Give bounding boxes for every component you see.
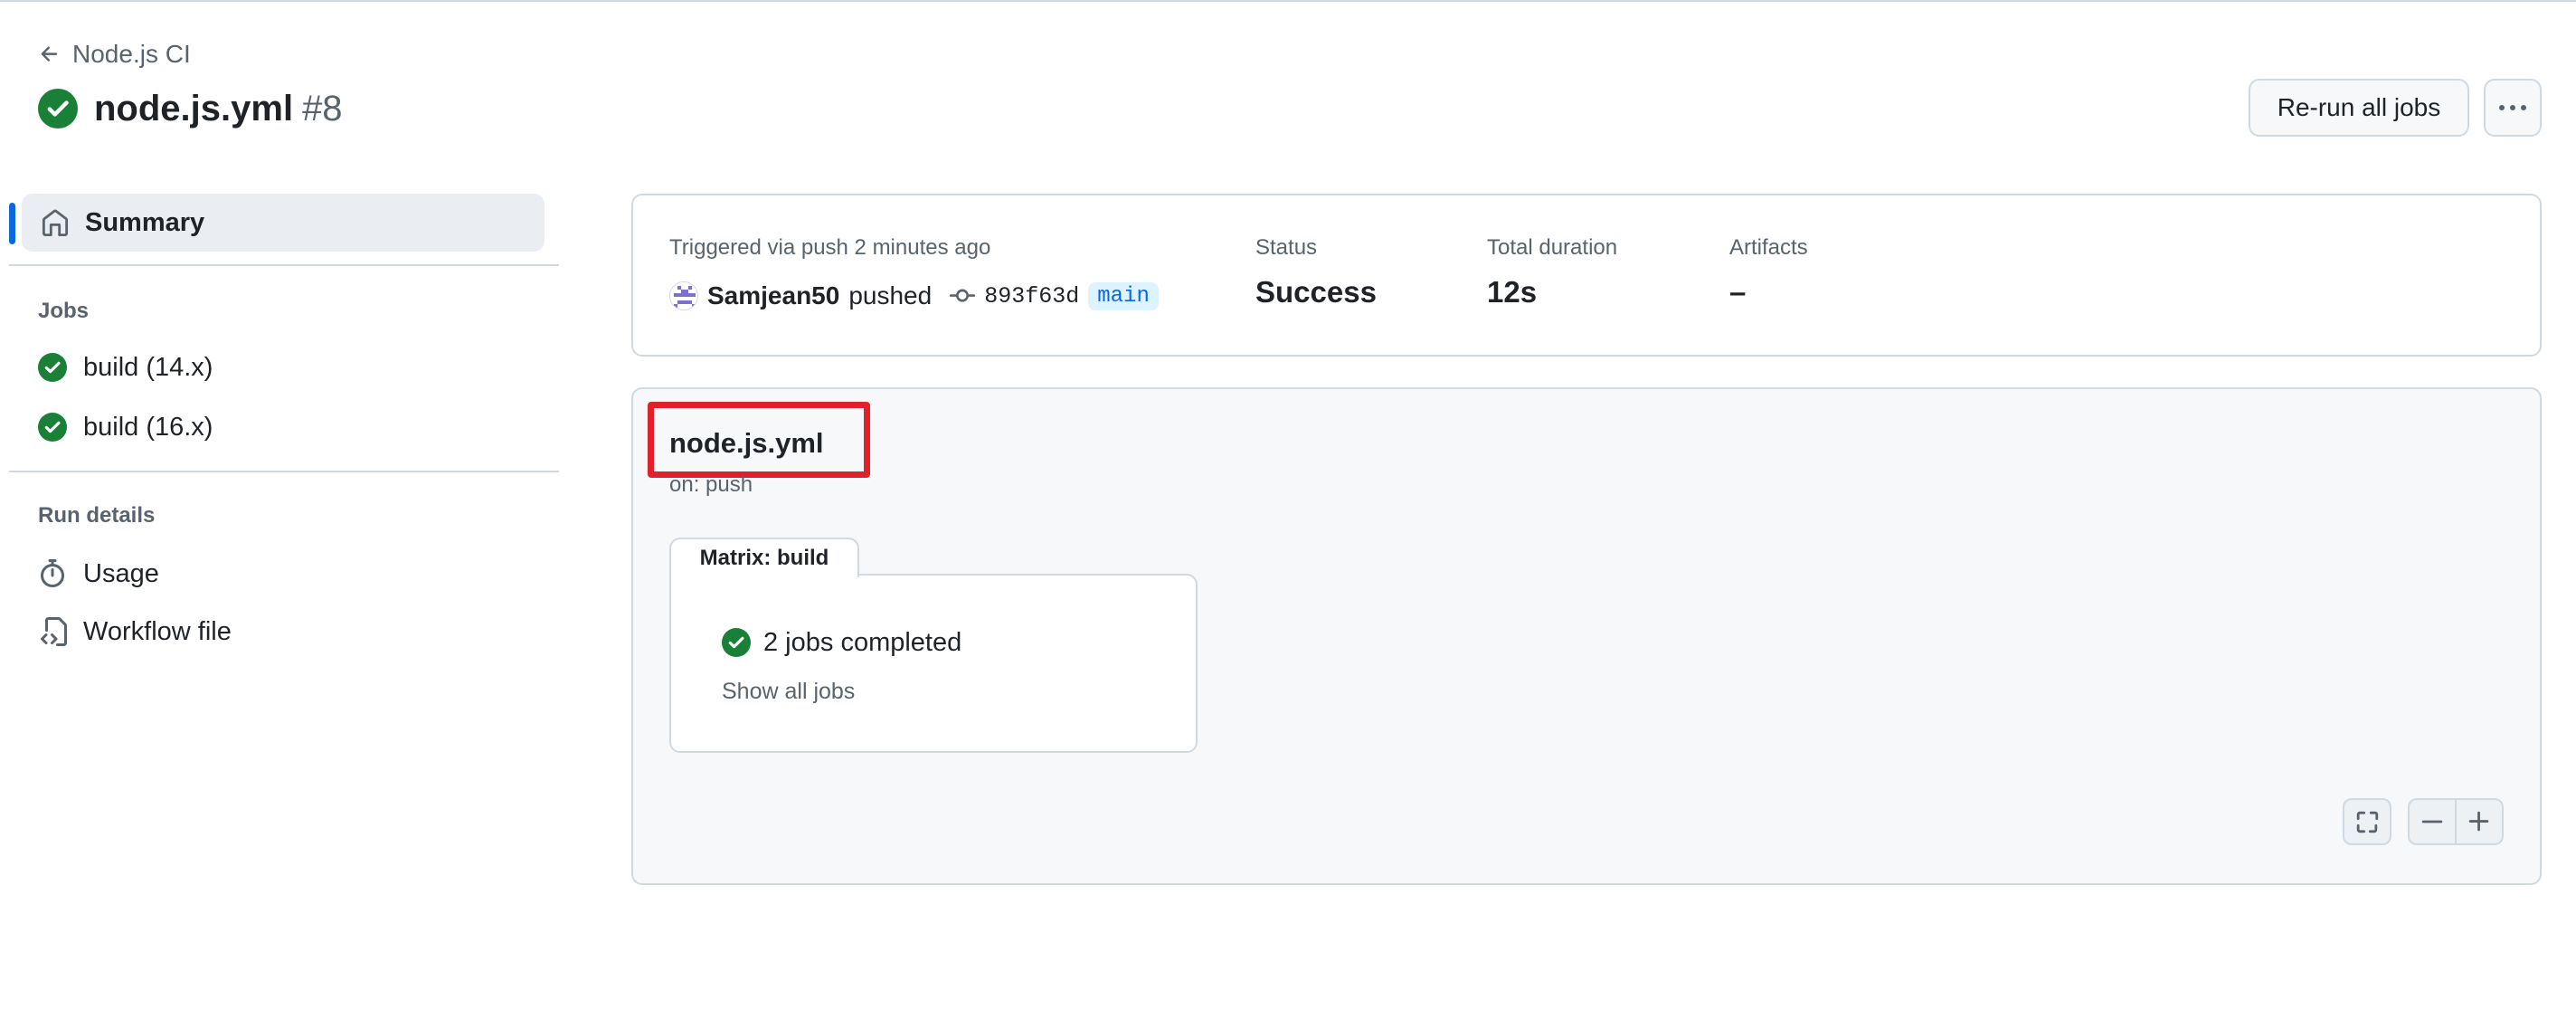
run-summary-card [631, 194, 2542, 357]
kebab-icon [2499, 105, 2505, 110]
check-circle-icon [38, 413, 67, 442]
graph-workflow-name: node.js.yml [669, 427, 824, 459]
minus-icon [2421, 820, 2443, 823]
status-value: Success [1255, 275, 1377, 309]
back-link-label: Node.js CI [72, 40, 191, 68]
graph-trigger: on: push [669, 472, 753, 497]
plus-icon [2468, 811, 2489, 832]
show-all-jobs-link[interactable]: Show all jobs [722, 679, 855, 705]
stopwatch-icon [41, 559, 64, 588]
sidebar-item-job[interactable]: build (16.x) [38, 409, 213, 445]
jobs-heading: Jobs [38, 299, 90, 323]
fullscreen-icon [2356, 811, 2379, 833]
active-indicator [9, 203, 15, 244]
check-circle-icon [38, 353, 67, 382]
commit-sha-link[interactable]: 893f63d [984, 283, 1079, 309]
pushed-label: pushed [848, 281, 933, 309]
avatar[interactable] [669, 281, 698, 310]
top-border [0, 0, 2576, 2]
duration-label: Total duration [1487, 235, 1618, 260]
zoom-in-button[interactable] [2455, 798, 2504, 845]
sidebar-item-job[interactable]: build (14.x) [38, 349, 213, 386]
rerun-all-jobs-button[interactable]: Re-run all jobs [2249, 79, 2469, 137]
home-icon [42, 209, 69, 236]
sidebar-divider [9, 471, 559, 472]
sidebar-item-label: build (14.x) [83, 352, 213, 382]
kebab-dot [2521, 105, 2526, 110]
sidebar-item-label: Usage [83, 558, 159, 588]
identicon-icon [670, 282, 697, 309]
status-label: Status [1255, 235, 1318, 260]
run-number: #8 [302, 88, 343, 128]
page-title: node.js.yml #8 [38, 85, 343, 132]
artifacts-label: Artifacts [1729, 235, 1808, 260]
run-details-heading: Run details [38, 503, 156, 528]
sidebar-item-label: Summary [85, 207, 205, 237]
branch-label[interactable]: main [1088, 281, 1159, 310]
git-commit-icon [950, 289, 976, 302]
back-link[interactable]: Node.js CI [38, 40, 191, 69]
matrix-tab: Matrix: build [669, 538, 859, 577]
trigger-text: Triggered via push 2 minutes ago [669, 235, 991, 260]
check-circle-icon [38, 89, 78, 128]
pusher-username[interactable]: Samjean50 [707, 281, 839, 310]
check-circle-icon [722, 628, 751, 657]
push-info: Samjean50 pushed 893f63d main [669, 279, 1159, 313]
sidebar-divider [9, 264, 559, 266]
arrow-left-icon [41, 46, 58, 62]
sidebar-item-workflow-file[interactable]: Workflow file [38, 614, 232, 650]
sidebar-item-label: build (16.x) [83, 412, 213, 442]
artifacts-value: – [1729, 275, 1747, 309]
sidebar-item-summary[interactable]: Summary [22, 194, 545, 252]
jobs-completed: 2 jobs completed [722, 626, 961, 659]
file-code-icon [41, 617, 67, 646]
matrix-card [669, 574, 1198, 753]
zoom-out-button[interactable] [2408, 798, 2457, 845]
sidebar-item-label: Workflow file [83, 616, 232, 646]
fullscreen-button[interactable] [2343, 798, 2391, 845]
duration-value: 12s [1487, 275, 1538, 309]
kebab-dot [2510, 105, 2515, 110]
workflow-title: node.js.yml [94, 88, 294, 128]
more-options-button[interactable] [2484, 79, 2542, 137]
sidebar-item-usage[interactable]: Usage [38, 556, 159, 592]
jobs-completed-label: 2 jobs completed [763, 627, 962, 657]
